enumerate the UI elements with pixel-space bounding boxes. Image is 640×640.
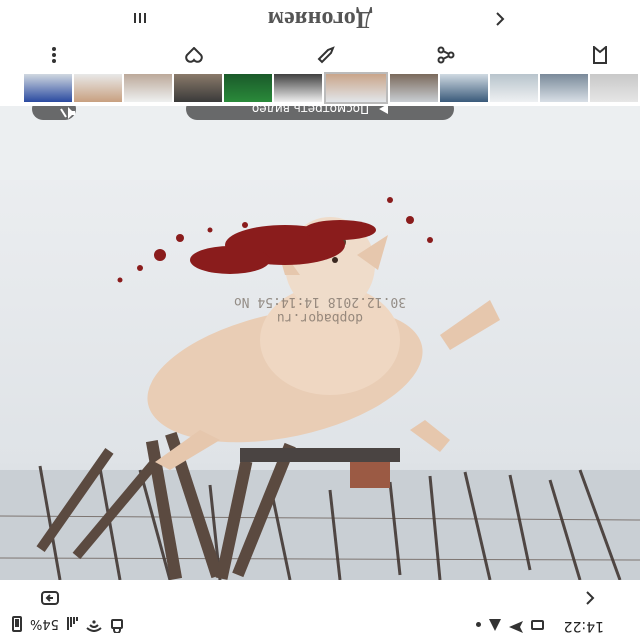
battery-icon (12, 616, 22, 632)
thumbnail-selected[interactable] (324, 72, 388, 104)
page-title: Догоняем (267, 6, 373, 32)
nav-row (0, 580, 640, 612)
view-original-button[interactable]: Посмотреть видео (186, 106, 454, 120)
dot-icon (476, 622, 481, 628)
back-icon (582, 586, 598, 606)
thumbnail[interactable] (224, 74, 272, 102)
watermark-date: 30.12.2018 14:14:54 No (233, 294, 407, 309)
thumbnail[interactable] (74, 74, 122, 102)
signal-icon (66, 617, 78, 631)
rotate-button[interactable] (36, 584, 64, 608)
header-menu-button[interactable] (128, 6, 152, 28)
thumbnail[interactable] (490, 74, 538, 102)
rotate-icon (39, 585, 61, 607)
back-button[interactable] (576, 584, 604, 608)
favorite-icon (185, 43, 203, 63)
thumbnail[interactable] (124, 74, 172, 102)
thumbnail[interactable] (24, 74, 72, 102)
thumbnail[interactable] (590, 74, 638, 102)
status-time: 14:22 (563, 618, 604, 634)
thumbnail[interactable] (174, 74, 222, 102)
thumbnail[interactable] (440, 74, 488, 102)
more-icon (51, 42, 57, 64)
triangle-icon (489, 619, 501, 631)
thumbnail-strip (0, 70, 640, 106)
watermark-url: dopbaqor.ru (276, 310, 364, 325)
app-header: Догоняем (0, 0, 640, 36)
battery-text: 54% (30, 616, 59, 632)
favorite-button[interactable] (180, 40, 208, 66)
view-original-label: Посмотреть видео (251, 106, 370, 116)
photo-image (0, 106, 640, 580)
share-button[interactable] (432, 40, 460, 66)
status-icons-right: 54% (12, 615, 124, 634)
thumbnail[interactable] (390, 74, 438, 102)
edit-icon (317, 42, 335, 64)
send-icon (509, 617, 523, 633)
share-icon (437, 42, 455, 64)
thumbnail[interactable] (540, 74, 588, 102)
bookmark-button[interactable] (586, 40, 614, 66)
status-icons-left (476, 617, 544, 633)
menu-icon (133, 8, 147, 27)
edit-button[interactable] (312, 40, 340, 66)
image-icon (531, 620, 544, 630)
photo-viewer[interactable]: dopbaqor.ru 30.12.2018 14:14:54 No Посмо… (0, 106, 640, 580)
action-bar (0, 36, 640, 70)
wifi-icon (86, 616, 102, 632)
mute-button[interactable] (32, 106, 76, 120)
thumbnail[interactable] (274, 74, 322, 102)
vpn-icon (110, 615, 124, 634)
bookmark-icon (592, 42, 608, 64)
status-bar: 14:22 54% (0, 612, 640, 640)
more-button[interactable] (40, 40, 68, 66)
play-icon (379, 106, 389, 114)
screen: 14:22 54% dopbaqor.ru 30.12.2018 14:14:5… (0, 0, 640, 640)
